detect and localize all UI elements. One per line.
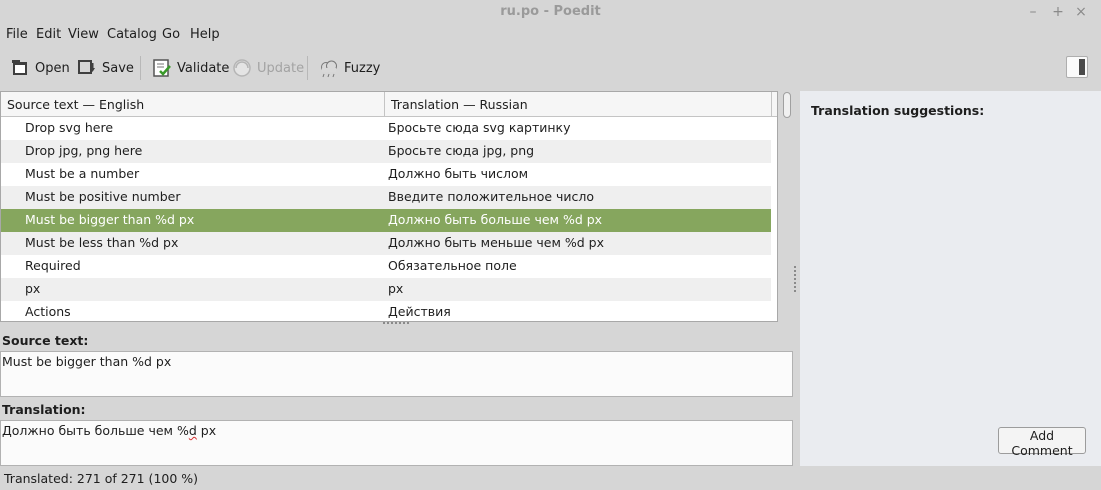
source-text-field[interactable]: Must be bigger than %d px <box>0 351 793 397</box>
save-label: Save <box>102 60 134 76</box>
save-icon <box>78 60 95 74</box>
open-button[interactable]: Open <box>10 56 70 80</box>
title-bar: ru.po - Poedit – + × <box>0 0 1101 24</box>
translation-list: Source text — English Translation — Russ… <box>0 91 778 322</box>
menu-bar: File Edit View Catalog Go Help <box>0 24 1101 46</box>
table-row[interactable]: Must be bigger than %d px Должно быть бол… <box>1 209 771 232</box>
maximize-button[interactable]: + <box>1049 3 1067 21</box>
menu-file[interactable]: File <box>6 27 28 42</box>
fuzzy-label: Fuzzy <box>344 60 381 76</box>
menu-go[interactable]: Go <box>162 27 180 42</box>
list-header: Source text — English Translation — Russ… <box>1 92 777 117</box>
table-row[interactable]: Must be less than %d px Должно быть меньш… <box>1 232 771 255</box>
translation-label: Translation: <box>2 402 86 417</box>
status-text: Translated: 271 of 271 (100 %) <box>4 471 199 486</box>
translation-suggestions-pane: Translation suggestions: <box>800 91 1101 466</box>
translation-text: Должно быть больше чем % <box>2 423 189 438</box>
open-label: Open <box>35 60 70 76</box>
update-button[interactable]: Update <box>232 56 304 80</box>
translation-field[interactable]: Должно быть больше чем %d px <box>0 420 793 466</box>
source-cell: Must be less than %d px <box>25 235 179 250</box>
translation-cell: Действия <box>388 304 451 319</box>
source-cell: Drop svg here <box>25 120 114 135</box>
translation-cell: Бросьте сюда svg картинку <box>388 120 571 135</box>
pane-resize-handle[interactable] <box>383 322 409 327</box>
suggestions-title: Translation suggestions: <box>811 103 985 118</box>
translation-cell: px <box>388 281 404 296</box>
toolbar-separator <box>140 56 141 80</box>
translation-cell: Обязательное поле <box>388 258 517 273</box>
source-text-label: Source text: <box>2 333 89 348</box>
toolbar: Open Save Validate Update Fuzzy <box>0 48 1101 88</box>
table-row[interactable]: Drop jpg, png here Бросьте сюда jpg, png <box>1 140 771 163</box>
fuzzy-button[interactable]: Fuzzy <box>319 56 380 80</box>
menu-view[interactable]: View <box>68 27 99 42</box>
translation-cell: Должно быть числом <box>388 166 529 181</box>
translation-cell: Бросьте сюда jpg, png <box>388 143 535 158</box>
translation-cell: Должно быть меньше чем %d px <box>388 235 605 250</box>
save-button[interactable]: Save <box>77 56 134 80</box>
validate-label: Validate <box>177 60 230 76</box>
table-row[interactable]: Must be a number Должно быть числом <box>1 163 771 186</box>
source-cell: Must be bigger than %d px <box>25 212 195 227</box>
column-header-source[interactable]: Source text — English <box>7 97 144 112</box>
fuzzy-cloud-icon <box>321 60 337 78</box>
translation-text-end: px <box>196 423 217 438</box>
table-row[interactable]: Actions Действия <box>1 301 771 321</box>
translation-cell: Должно быть больше чем %d px <box>388 212 603 227</box>
sidebar-toggle-button[interactable] <box>1066 56 1088 78</box>
source-cell: Must be positive number <box>25 189 181 204</box>
table-row[interactable]: px px <box>1 278 771 301</box>
table-row[interactable]: Must be positive number Введите положител… <box>1 186 771 209</box>
source-cell: px <box>25 281 41 296</box>
sidebar-toggle-icon <box>1079 59 1085 75</box>
translation-cell: Введите положительное число <box>388 189 595 204</box>
column-divider[interactable] <box>384 92 385 116</box>
minimize-button[interactable]: – <box>1024 3 1042 21</box>
menu-help[interactable]: Help <box>190 27 220 42</box>
source-cell: Required <box>25 258 81 273</box>
update-label: Update <box>257 60 305 76</box>
status-bar: Translated: 271 of 271 (100 %) <box>0 467 1101 490</box>
misspelled-word: d <box>188 423 197 438</box>
scrollbar-thumb[interactable] <box>783 92 791 118</box>
toolbar-separator <box>307 56 308 80</box>
update-globe-icon <box>233 59 251 77</box>
sidebar-resize-handle[interactable] <box>794 266 799 292</box>
validate-button[interactable]: Validate <box>152 56 229 80</box>
menu-catalog[interactable]: Catalog <box>107 27 157 42</box>
validate-checklist-icon <box>153 59 171 77</box>
column-header-translation[interactable]: Translation — Russian <box>391 97 528 112</box>
list-scrollbar[interactable] <box>781 91 793 322</box>
source-cell: Actions <box>25 304 71 319</box>
close-button[interactable]: × <box>1072 3 1090 21</box>
window-title: ru.po - Poedit <box>500 4 601 19</box>
column-divider[interactable] <box>771 92 772 116</box>
source-cell: Must be a number <box>25 166 140 181</box>
table-row[interactable]: Required Обязательное поле <box>1 255 771 278</box>
source-cell: Drop jpg, png here <box>25 143 143 158</box>
add-comment-button[interactable]: Add Comment <box>998 427 1086 458</box>
open-file-icon <box>12 60 27 75</box>
table-row[interactable]: Drop svg here Бросьте сюда svg картинку <box>1 117 771 140</box>
menu-edit[interactable]: Edit <box>36 27 61 42</box>
